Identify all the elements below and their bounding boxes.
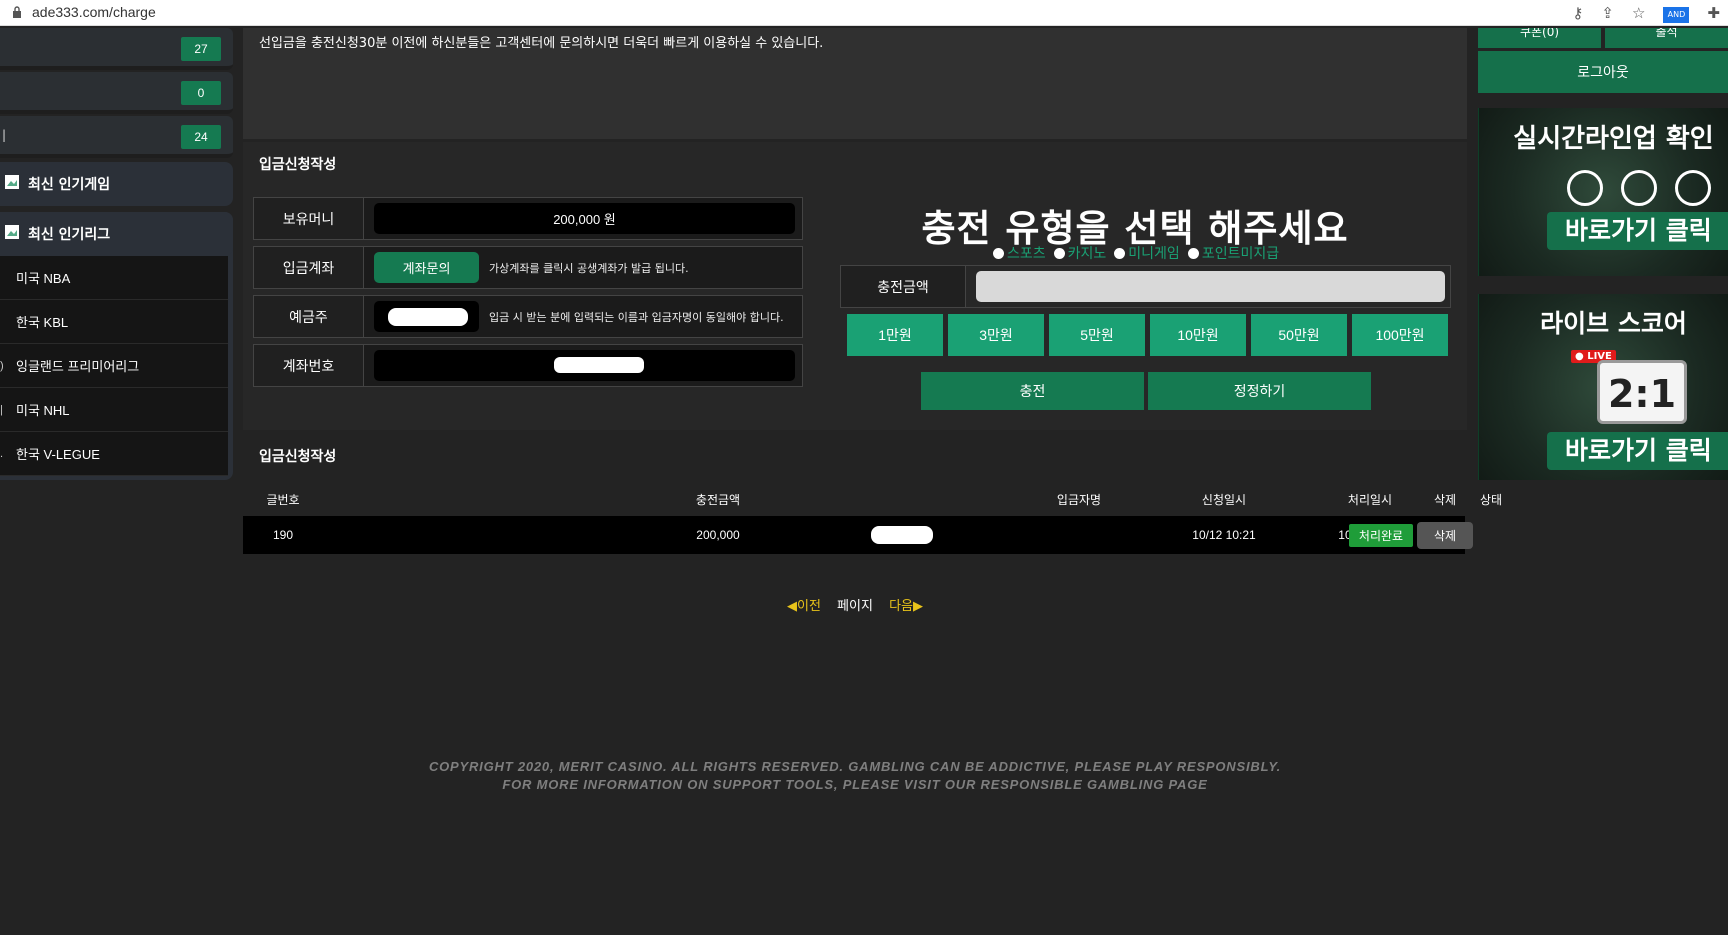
puzzle-icon[interactable]: ✚ <box>1707 2 1720 24</box>
next-page-link[interactable]: 다음▶ <box>889 599 923 614</box>
pagination: ◀이전 페이지 다음▶ <box>0 595 1710 614</box>
amount-chip[interactable]: 3만원 <box>948 314 1044 356</box>
count-row[interactable]: | 24 <box>0 116 233 158</box>
notice-text: 선입금을 충전신청30분 이전에 하신분들은 고객센터에 문의하시면 더욱더 빠… <box>259 36 824 51</box>
balance-value: 200,000 원 <box>374 203 795 234</box>
count-badge: 27 <box>181 37 221 61</box>
amount-chips: 1만원 3만원 5만원 10만원 50만원 100만원 <box>847 314 1448 356</box>
popular-leagues-box: 최신 인기리그 미국 NBA 한국 KBL ) 잉글랜드 프리미어리그 | 미국 N… <box>0 212 233 480</box>
charge-type-radio[interactable]: 스포츠 <box>993 243 1046 263</box>
basketball-icon <box>1675 170 1711 206</box>
scoreboard: 2:1 <box>1597 360 1687 424</box>
charge-amount-row: 충전금액 <box>840 265 1451 308</box>
redaction-mark <box>871 526 933 544</box>
amount-chip[interactable]: 100만원 <box>1352 314 1448 356</box>
history-table-header: 글번호 충전금액 입금자명 신청일시 처리일시 상태 삭제 <box>243 484 1502 514</box>
deposit-form: 보유머니 200,000 원 입금계좌 계좌문의 가상계좌를 클릭시 공생계좌가… <box>253 197 803 393</box>
star-icon[interactable]: ☆ <box>1632 2 1645 24</box>
league-item[interactable]: 한국 KBL <box>0 300 228 344</box>
count-badge: 0 <box>181 81 221 105</box>
redaction-mark <box>388 308 468 326</box>
table-row: 190 200,000 10/12 10:21 10/12 10:22 처리완료… <box>243 516 1474 554</box>
extension-icon[interactable]: AND <box>1663 7 1690 23</box>
lock-icon <box>13 6 21 18</box>
account-inquiry-button[interactable]: 계좌문의 <box>374 252 479 283</box>
deposit-card: 입금신청작성 보유머니 200,000 원 입금계좌 계좌문의 가상계좌를 클릭… <box>243 142 1467 430</box>
live-score-banner[interactable]: 라이브 스코어 ● LIVE 2:1 바로가기 클릭 <box>1478 294 1728 480</box>
deposit-form-title: 입금신청작성 <box>259 157 337 173</box>
broken-image-icon <box>5 225 19 239</box>
banner-go-button[interactable]: 바로가기 클릭 <box>1547 432 1728 470</box>
amount-chip[interactable]: 50만원 <box>1251 314 1347 356</box>
charge-amount-input[interactable] <box>976 271 1445 302</box>
column-header: 충전금액 <box>695 492 741 507</box>
amount-chip[interactable]: 1만원 <box>847 314 943 356</box>
account-number-label: 계좌번호 <box>254 345 364 386</box>
balance-label: 보유머니 <box>254 198 364 239</box>
charge-amount-label: 충전금액 <box>841 266 966 307</box>
coupon-tab[interactable]: 쿠폰(0) <box>1478 28 1601 48</box>
league-item[interactable]: ) 잉글랜드 프리미어리그 <box>0 344 228 388</box>
browser-bar: ade333.com/charge ⚷ ⇪ ☆ AND ✚ <box>0 0 1728 26</box>
amount-chip[interactable]: 5만원 <box>1049 314 1145 356</box>
banner-title: 실시간라인업 확인 <box>1513 124 1714 154</box>
depositor-label: 예금주 <box>254 296 364 337</box>
delete-button[interactable]: 삭제 <box>1416 521 1474 549</box>
lineup-banner[interactable]: 실시간라인업 확인 바로가기 클릭 <box>1478 108 1728 276</box>
account-row: 입금계좌 계좌문의 가상계좌를 클릭시 공생계좌가 발급 됩니다. <box>253 246 803 289</box>
charge-actions: 충전 정정하기 <box>921 372 1371 410</box>
volleyball-icon <box>1567 170 1603 206</box>
radio-dot-icon <box>1187 247 1199 259</box>
radio-dot-icon <box>993 247 1004 259</box>
account-label: 입금계좌 <box>254 247 364 288</box>
right-panel: 쿠폰(0) 출석 로그아웃 실시간라인업 확인 바로가기 클릭 라이브 스코어 … <box>1478 28 1728 480</box>
count-row[interactable]: 0 <box>0 72 233 114</box>
share-icon[interactable]: ⇪ <box>1601 2 1614 24</box>
balance-row: 보유머니 200,000 원 <box>253 197 803 240</box>
count-badge: 24 <box>181 125 221 149</box>
count-row[interactable]: 27 <box>0 28 233 70</box>
amount-chip[interactable]: 10만원 <box>1150 314 1246 356</box>
league-item[interactable]: | 미국 NHL <box>0 388 228 432</box>
key-icon[interactable]: ⚷ <box>1572 2 1583 24</box>
row-mark: | <box>2 128 7 142</box>
column-header: 글번호 <box>266 492 300 507</box>
league-item[interactable]: 미국 NBA <box>0 256 228 300</box>
popular-games-header[interactable]: 최신 인기게임 <box>0 162 233 206</box>
banner-go-button[interactable]: 바로가기 클릭 <box>1547 212 1728 250</box>
column-header: 삭제 <box>1433 492 1457 507</box>
address-bar[interactable]: ade333.com/charge <box>32 4 156 20</box>
redaction-mark <box>554 357 644 373</box>
charge-type-options: 스포츠 카지노 미니게임 포인트미지급 <box>993 243 1279 263</box>
column-header: 입금자명 <box>1056 492 1102 507</box>
prev-page-link[interactable]: ◀이전 <box>787 599 821 614</box>
page-label: 페이지 <box>837 599 873 614</box>
history-title: 입금신청작성 <box>259 449 337 465</box>
logout-button[interactable]: 로그아웃 <box>1478 51 1728 93</box>
depositor-row: 예금주 입금 시 받는 분에 입력되는 이름과 입금자명이 동일해야 합니다. <box>253 295 803 338</box>
account-hint: 가상계좌를 클릭시 공생계좌가 발급 됩니다. <box>489 262 689 275</box>
charge-type-radio[interactable]: 미니게임 <box>1114 243 1180 263</box>
depositor-hint: 입금 시 받는 분에 입력되는 이름과 입금자명이 동일해야 합니다. <box>489 311 784 324</box>
charge-type-radio[interactable]: 포인트미지급 <box>1187 243 1279 263</box>
banner-title: 라이브 스코어 <box>1540 309 1687 338</box>
left-sidebar: 27 0 | 24 최신 인기게임 최신 인기리그 미국 NBA 한국 KBL … <box>0 28 233 480</box>
charge-type-radio[interactable]: 카지노 <box>1053 243 1106 263</box>
league-item[interactable]: . 한국 V-LEGUE <box>0 432 228 476</box>
column-header: 신청일시 <box>1201 492 1247 507</box>
charge-submit-button[interactable]: 충전 <box>921 372 1144 410</box>
attendance-tab[interactable]: 출석 <box>1605 28 1728 48</box>
radio-dot-icon <box>1114 247 1126 259</box>
soccer-ball-icon <box>1621 170 1657 206</box>
footer-copyright: COPYRIGHT 2020, MERIT CASINO. ALL RIGHTS… <box>428 759 1282 792</box>
reset-button[interactable]: 정정하기 <box>1148 372 1371 410</box>
radio-dot-icon <box>1053 247 1065 259</box>
broken-image-icon <box>5 175 19 189</box>
account-number-row: 계좌번호 2007 <box>253 344 803 387</box>
popular-leagues-header[interactable]: 최신 인기리그 <box>0 212 233 256</box>
notice-panel: 선입금을 충전신청30분 이전에 하신분들은 고객센터에 문의하시면 더욱더 빠… <box>243 28 1467 139</box>
